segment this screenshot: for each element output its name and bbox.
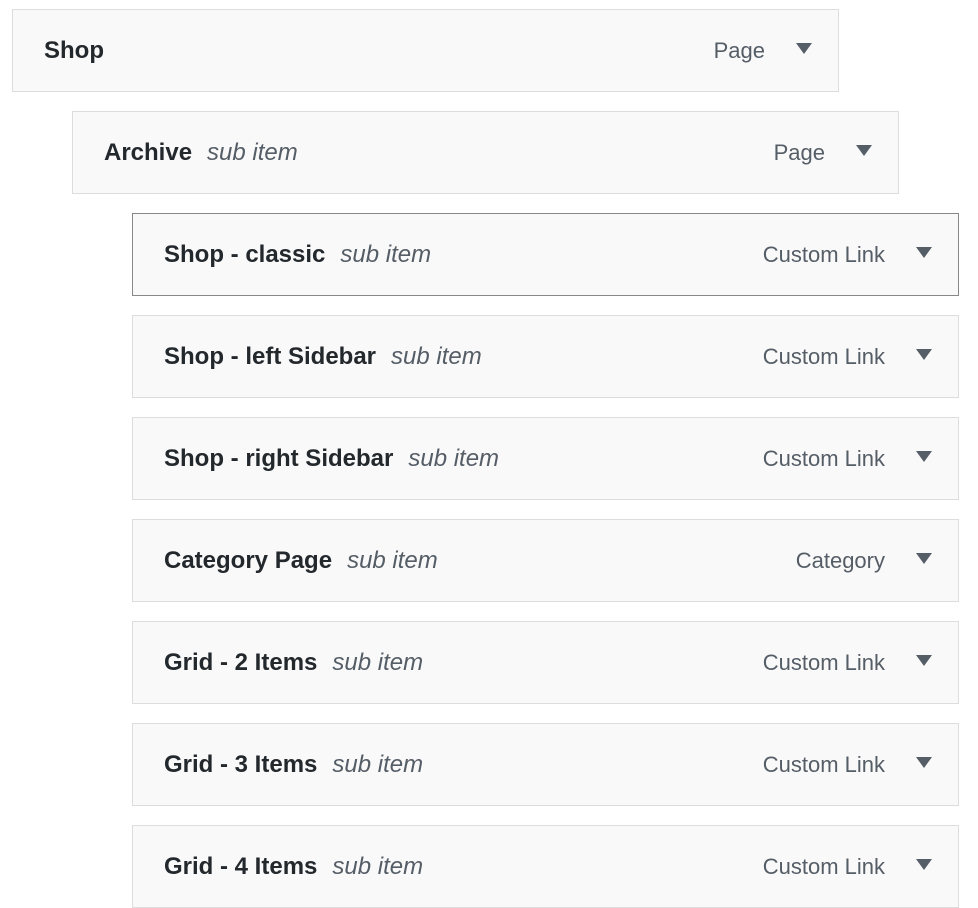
- expand-toggle-button[interactable]: [910, 343, 938, 371]
- expand-toggle-button[interactable]: [910, 751, 938, 779]
- menu-item-type: Page: [713, 37, 765, 63]
- menu-item-type: Custom Link: [762, 343, 885, 369]
- expand-toggle-button[interactable]: [910, 445, 938, 473]
- expand-toggle-button[interactable]: [910, 649, 938, 677]
- menu-item-shop-classic[interactable]: Shop - classic sub item Custom Link: [132, 213, 959, 296]
- menu-item-title: Shop - right Sidebar: [164, 444, 394, 472]
- menu-item-type: Custom Link: [762, 445, 885, 471]
- sub-item-label: sub item: [408, 444, 500, 472]
- menu-item-type: Custom Link: [762, 241, 885, 267]
- triangle-down-icon: [916, 553, 932, 564]
- expand-toggle-button[interactable]: [850, 139, 878, 167]
- triangle-down-icon: [796, 43, 812, 54]
- menu-item-type: Page: [773, 139, 825, 165]
- menu-item-title: Archive: [104, 138, 193, 166]
- sub-item-label: sub item: [332, 852, 424, 880]
- expand-toggle-button[interactable]: [910, 241, 938, 269]
- menu-item-grid-3-items[interactable]: Grid - 3 Items sub item Custom Link: [132, 723, 959, 806]
- triangle-down-icon: [916, 451, 932, 462]
- menu-item-type: Category: [795, 547, 885, 573]
- sub-item-label: sub item: [347, 546, 438, 574]
- menu-item-title: Category Page: [164, 546, 333, 574]
- menu-item-title: Shop: [44, 36, 104, 64]
- menu-item-type: Custom Link: [762, 649, 885, 675]
- menu-item-title: Shop - classic: [164, 240, 326, 268]
- menu-item-type: Custom Link: [762, 853, 885, 879]
- menu-item-grid-4-items[interactable]: Grid - 4 Items sub item Custom Link: [132, 825, 959, 908]
- menu-item-type: Custom Link: [762, 751, 885, 777]
- triangle-down-icon: [856, 145, 872, 156]
- triangle-down-icon: [916, 247, 932, 258]
- menu-item-shop-left-sidebar[interactable]: Shop - left Sidebar sub item Custom Link: [132, 315, 959, 398]
- sub-item-label: sub item: [332, 750, 424, 778]
- menu-item-title: Grid - 3 Items: [164, 750, 318, 778]
- expand-toggle-button[interactable]: [910, 853, 938, 881]
- menu-item-title: Shop - left Sidebar: [164, 342, 377, 370]
- menu-item-title: Grid - 2 Items: [164, 648, 318, 676]
- menu-item-archive[interactable]: Archive sub item Page: [72, 111, 899, 194]
- menu-item-shop-right-sidebar[interactable]: Shop - right Sidebar sub item Custom Lin…: [132, 417, 959, 500]
- triangle-down-icon: [916, 349, 932, 360]
- sub-item-label: sub item: [391, 342, 482, 370]
- menu-item-category-page[interactable]: Category Page sub item Category: [132, 519, 959, 602]
- triangle-down-icon: [916, 859, 932, 870]
- sub-item-label: sub item: [207, 138, 298, 166]
- triangle-down-icon: [916, 655, 932, 666]
- expand-toggle-button[interactable]: [790, 37, 818, 65]
- menu-item-grid-2-items[interactable]: Grid - 2 Items sub item Custom Link: [132, 621, 959, 704]
- triangle-down-icon: [916, 757, 932, 768]
- sub-item-label: sub item: [332, 648, 424, 676]
- menu-item-title: Grid - 4 Items: [164, 852, 318, 880]
- expand-toggle-button[interactable]: [910, 547, 938, 575]
- sub-item-label: sub item: [340, 240, 432, 268]
- menu-item-shop[interactable]: Shop Page: [12, 9, 839, 92]
